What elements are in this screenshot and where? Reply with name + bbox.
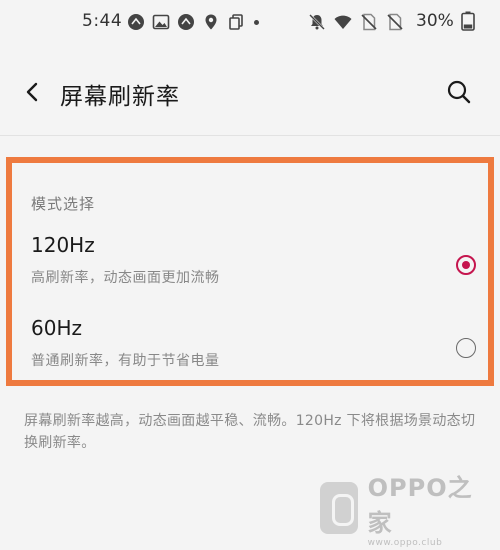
radio-120hz-selected[interactable] (456, 255, 476, 275)
back-button[interactable] (18, 78, 46, 106)
option-title: 60Hz (31, 316, 82, 340)
app-bar: 屏幕刷新率 (0, 60, 500, 124)
battery-icon (461, 11, 475, 31)
image-icon (152, 14, 170, 30)
wifi-icon (334, 15, 352, 29)
bell-off-icon (309, 14, 325, 30)
status-time: 5:44 (82, 11, 123, 31)
option-description: 高刷新率，动态画面更加流畅 (31, 270, 220, 286)
header-divider (0, 135, 500, 136)
watermark-brand: OPPO之家 (367, 474, 473, 537)
option-60hz[interactable]: 60Hz 普通刷新率，有助于节省电量 (12, 316, 488, 380)
search-icon (447, 80, 471, 104)
page-title: 屏幕刷新率 (60, 84, 180, 110)
footer-note: 屏幕刷新率越高，动态画面越平稳、流畅。120Hz 下将根据场景动态切换刷新率。 (24, 413, 476, 451)
search-button[interactable] (444, 77, 474, 107)
chevron-left-icon (26, 82, 38, 102)
watermark-url: www.oppo.club (367, 538, 443, 548)
notification-icon (128, 14, 144, 30)
mode-selection-section: 模式选择 120Hz 高刷新率，动态画面更加流畅 60Hz 普通刷新率，有助于节… (6, 157, 494, 386)
no-sim-icon (387, 13, 403, 31)
no-sim-icon (361, 13, 377, 31)
option-120hz[interactable]: 120Hz 高刷新率，动态画面更加流畅 (12, 233, 488, 297)
oppo-logo-icon (320, 482, 358, 534)
notification-icon (178, 14, 194, 30)
watermark: OPPO之家 www.oppo.club (320, 474, 490, 548)
location-pin-icon (205, 14, 217, 30)
status-left-icons (127, 12, 261, 32)
more-dot-icon (254, 19, 259, 25)
status-bar: 5:44 30% (0, 0, 500, 44)
watermark-text: OPPO之家 www.oppo.club (368, 468, 490, 548)
section-header: 模式选择 (31, 195, 96, 213)
option-description: 普通刷新率，有助于节省电量 (31, 353, 220, 369)
option-title: 120Hz (31, 233, 95, 257)
battery-percent: 30% (416, 11, 454, 31)
copy-icon (229, 14, 243, 30)
radio-60hz-unselected[interactable] (456, 338, 476, 358)
status-right-icons (308, 12, 404, 32)
